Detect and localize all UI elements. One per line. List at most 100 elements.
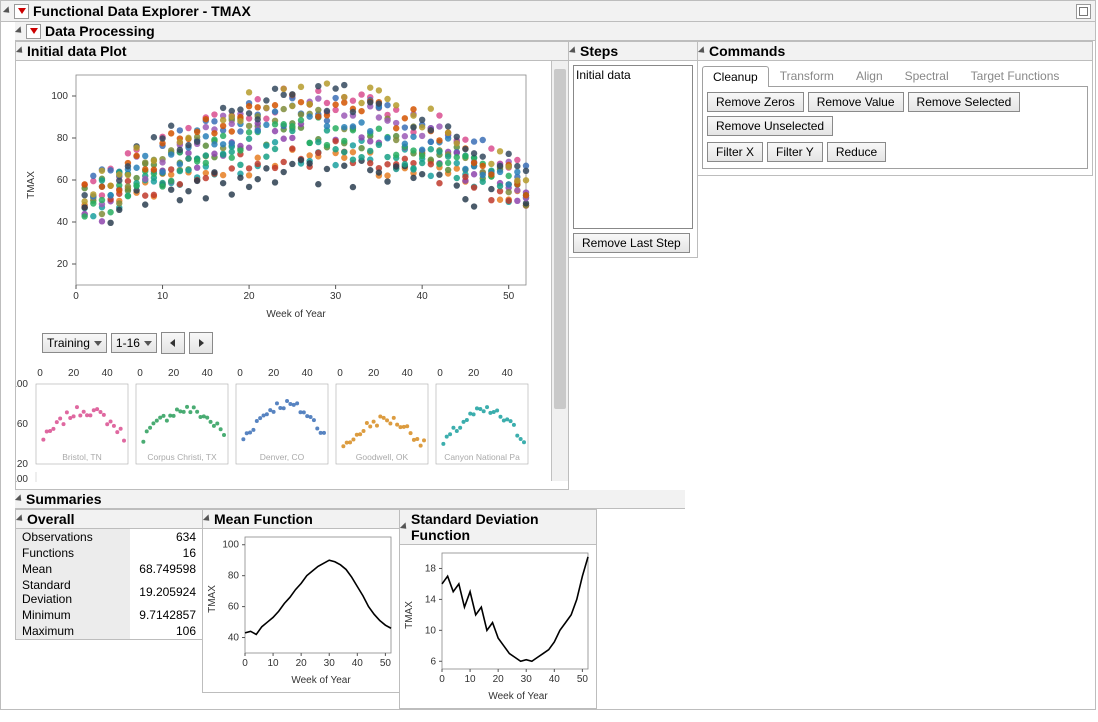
red-triangle-icon[interactable] [26,24,41,39]
svg-text:40: 40 [302,368,314,379]
svg-text:40: 40 [502,368,514,379]
tab-target-functions[interactable]: Target Functions [960,65,1071,86]
sd-function-plot[interactable]: 010203040506101418Week of YearTMAX [400,545,596,708]
section-initial-plot[interactable]: Initial data Plot [16,42,568,61]
svg-text:0: 0 [242,658,248,669]
window-titlebar: Functional Data Explorer - TMAX [1,1,1095,22]
filter-x-button[interactable]: Filter X [707,142,763,162]
section-commands[interactable]: Commands [698,42,1092,61]
steps-list[interactable]: Initial data [573,65,693,229]
tab-cleanup[interactable]: Cleanup [702,66,769,87]
tab-transform[interactable]: Transform [769,65,845,86]
disclosure-icon[interactable] [400,522,409,531]
stat-value: 634 [130,529,202,545]
svg-text:0: 0 [37,368,43,379]
svg-text:50: 50 [503,291,515,302]
red-triangle-icon[interactable] [14,4,29,19]
svg-text:0: 0 [73,291,79,302]
svg-text:20: 20 [168,368,180,379]
svg-text:50: 50 [577,674,589,685]
svg-text:Corpus Christi, TX: Corpus Christi, TX [147,452,217,462]
svg-text:20: 20 [68,368,80,379]
main-scatter-plot[interactable]: 0102030405020406080100Week of YearTMAX [16,65,551,328]
stat-value: 68.749598 [130,561,202,577]
svg-text:20: 20 [468,368,480,379]
filter-y-button[interactable]: Filter Y [767,142,823,162]
disclosure-icon[interactable] [569,46,578,55]
tab-align[interactable]: Align [845,65,894,86]
stat-label: Mean [16,561,130,577]
stat-value: 9.7142857 [130,607,202,623]
vertical-scrollbar[interactable] [551,61,568,481]
remove-value-button[interactable]: Remove Value [808,92,904,112]
svg-text:Week of Year: Week of Year [266,309,326,320]
svg-text:30: 30 [330,291,342,302]
svg-text:80: 80 [228,571,240,582]
svg-text:Canyon National Pa: Canyon National Pa [444,452,520,462]
svg-text:100: 100 [222,540,239,551]
stat-label: Maximum [16,623,130,639]
svg-text:40: 40 [228,633,240,644]
remove-last-step-button[interactable]: Remove Last Step [573,233,690,253]
range-dropdown[interactable]: 1-16 [111,333,157,353]
svg-text:40: 40 [352,658,364,669]
stat-label: Functions [16,545,130,561]
svg-text:20: 20 [296,658,308,669]
prev-button[interactable] [161,332,185,354]
stat-label: Observations [16,529,130,545]
disclosure-icon[interactable] [15,26,24,35]
disclosure-icon[interactable] [15,494,24,503]
section-title: Summaries [26,491,101,507]
training-dropdown[interactable]: Training [42,333,107,353]
svg-text:50: 50 [380,658,392,669]
svg-text:100: 100 [16,474,28,482]
svg-text:Denver, CO: Denver, CO [260,452,305,462]
stat-label: Minimum [16,607,130,623]
section-data-processing[interactable]: Data Processing [15,22,1095,41]
svg-text:40: 40 [202,368,214,379]
svg-text:Week of Year: Week of Year [291,675,351,686]
remove-selected-button[interactable]: Remove Selected [908,92,1021,112]
remove-unselected-button[interactable]: Remove Unselected [707,116,833,136]
section-overall[interactable]: Overall [16,510,202,529]
svg-text:Bristol, TN: Bristol, TN [62,452,102,462]
disclosure-icon[interactable] [203,514,212,523]
svg-text:60: 60 [57,175,69,186]
section-title: Commands [709,43,785,59]
section-summaries[interactable]: Summaries [15,490,685,509]
commands-tabs: CleanupTransformAlignSpectralTarget Func… [702,65,1088,87]
svg-text:10: 10 [425,625,437,636]
section-title: Mean Function [214,511,313,527]
section-sd-fn[interactable]: Standard Deviation Function [400,510,596,545]
next-button[interactable] [189,332,213,354]
reduce-button[interactable]: Reduce [827,142,886,162]
popout-icon[interactable] [1076,4,1091,19]
svg-text:30: 30 [521,674,533,685]
mean-function-plot[interactable]: 01020304050406080100Week of YearTMAX [203,529,399,692]
svg-text:20: 20 [368,368,380,379]
section-title: Initial data Plot [27,43,127,59]
small-multiples-grid[interactable]: 02040020400204002040020402060100Bristol,… [16,362,551,485]
disclosure-icon[interactable] [698,46,707,55]
disclosure-icon[interactable] [16,514,25,523]
section-title: Overall [27,511,74,527]
svg-text:Goodwell, OK: Goodwell, OK [356,452,409,462]
svg-text:0: 0 [439,674,445,685]
disclosure-icon[interactable] [16,46,25,55]
svg-text:20: 20 [17,459,29,470]
svg-text:30: 30 [324,658,336,669]
section-steps[interactable]: Steps [569,42,697,61]
disclosure-icon[interactable] [3,6,12,15]
svg-text:40: 40 [549,674,561,685]
svg-text:0: 0 [337,368,343,379]
stat-value: 106 [130,623,202,639]
tab-spectral[interactable]: Spectral [894,65,960,86]
list-item[interactable]: Initial data [576,68,690,82]
svg-text:20: 20 [493,674,505,685]
svg-text:100: 100 [16,379,28,390]
svg-text:80: 80 [57,133,69,144]
remove-zeros-button[interactable]: Remove Zeros [707,92,804,112]
section-title: Data Processing [45,23,155,39]
svg-text:40: 40 [417,291,429,302]
section-mean-fn[interactable]: Mean Function [203,510,399,529]
